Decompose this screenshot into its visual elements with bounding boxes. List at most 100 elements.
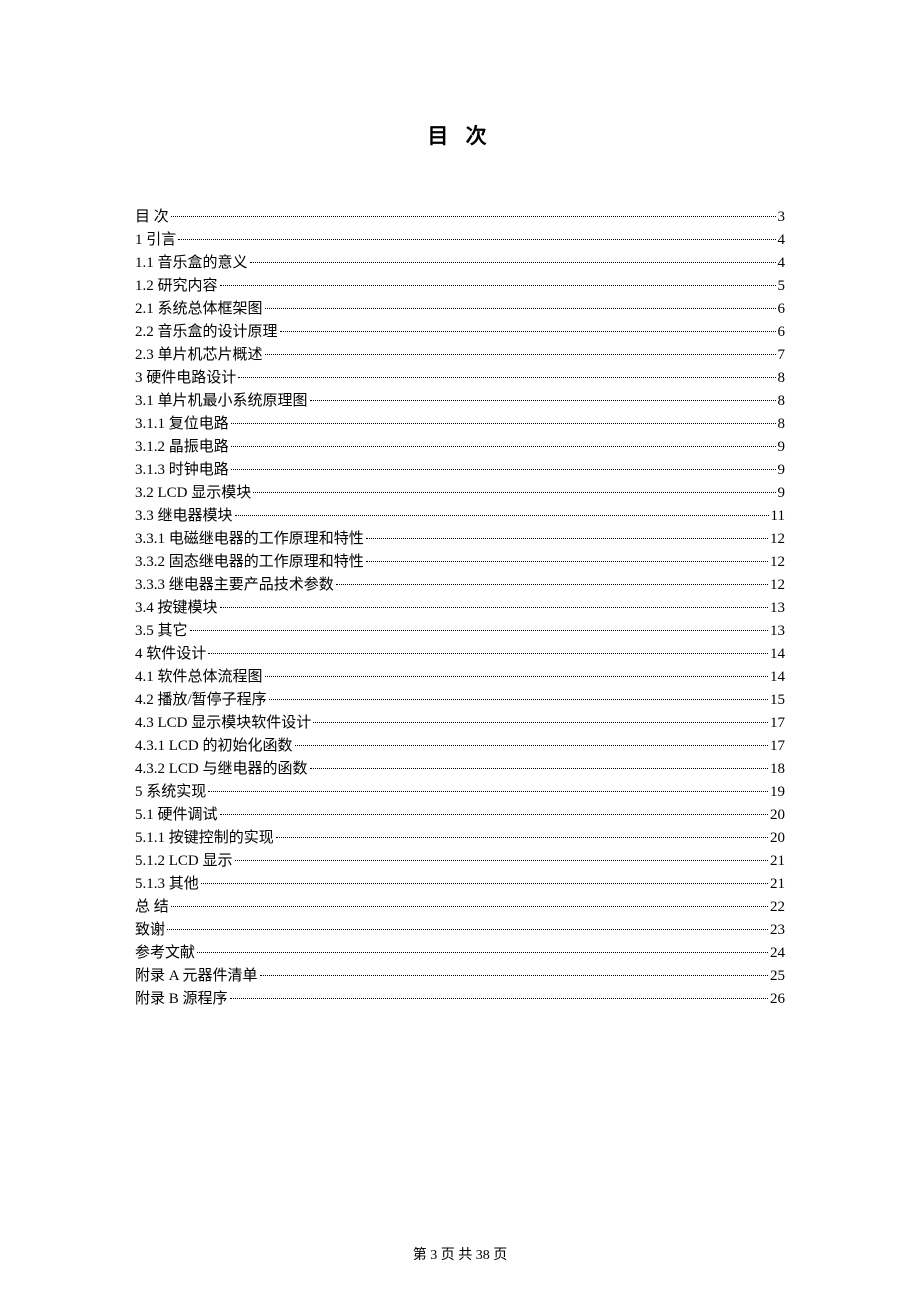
toc-leader-dots [280,331,776,332]
toc-leader-dots [190,630,768,631]
toc-entry: 2.1 系统总体框架图6 [135,298,785,321]
toc-leader-dots [310,768,768,769]
toc-entry: 4.2 播放/暂停子程序15 [135,689,785,712]
toc-entry-page: 13 [770,597,785,620]
toc-leader-dots [235,860,768,861]
toc-entry: 4.3.2 LCD 与继电器的函数18 [135,758,785,781]
footer-page-total: 38 [476,1248,490,1263]
document-page: 目 次 目 次31 引言41.1 音乐盒的意义41.2 研究内容52.1 系统总… [0,0,920,1011]
toc-entry-label: 5.1.2 LCD 显示 [135,850,233,873]
toc-leader-dots [260,975,768,976]
toc-entry: 附录 A 元器件清单 25 [135,965,785,988]
toc-leader-dots [231,469,776,470]
toc-leader-dots [269,699,768,700]
toc-entry: 参考文献 24 [135,942,785,965]
toc-entry: 5 系统实现 19 [135,781,785,804]
toc-entry-label: 3.5 其它 [135,620,188,643]
toc-entry: 4.3.1 LCD 的初始化函数17 [135,735,785,758]
toc-entry: 4.1 软件总体流程图 14 [135,666,785,689]
toc-entry: 3.4 按键模块13 [135,597,785,620]
toc-leader-dots [231,423,776,424]
footer-mid: 页 共 [441,1248,473,1263]
toc-entry-page: 17 [770,735,785,758]
toc-entry-page: 21 [770,850,785,873]
toc-entry-page: 9 [778,482,786,505]
toc-entry-page: 26 [770,988,785,1011]
toc-entry: 3.2 LCD 显示模块9 [135,482,785,505]
toc-entry-page: 12 [770,551,785,574]
toc-leader-dots [220,814,768,815]
toc-entry: 3 硬件电路设计8 [135,367,785,390]
toc-leader-dots [197,952,768,953]
toc-entry-label: 3.1.2 晶振电路 [135,436,229,459]
toc-entry: 5.1.2 LCD 显示 21 [135,850,785,873]
toc-leader-dots [167,929,768,930]
toc-entry-page: 14 [770,666,785,689]
toc-entry-page: 25 [770,965,785,988]
toc-entry: 3.1 单片机最小系统原理图8 [135,390,785,413]
toc-entry-page: 24 [770,942,785,965]
toc-entry-page: 18 [770,758,785,781]
toc-entry-label: 3.3.3 继电器主要产品技术参数 [135,574,334,597]
toc-entry-label: 致谢 [135,919,165,942]
toc-entry-page: 9 [778,459,786,482]
footer-prefix: 第 [413,1248,427,1263]
toc-entry: 3.3 继电器模块11 [135,505,785,528]
toc-entry: 3.3.1 电磁继电器的工作原理和特性 12 [135,528,785,551]
toc-leader-dots [220,285,776,286]
toc-entry-label: 3.3.1 电磁继电器的工作原理和特性 [135,528,364,551]
toc-entry-page: 11 [771,505,785,528]
toc-leader-dots [171,906,768,907]
toc-entry-page: 17 [770,712,785,735]
toc-leader-dots [276,837,768,838]
toc-entry-page: 23 [770,919,785,942]
toc-leader-dots [265,308,776,309]
toc-leader-dots [250,262,776,263]
toc-entry-label: 参考文献 [135,942,195,965]
toc-entry-label: 4.1 软件总体流程图 [135,666,263,689]
toc-leader-dots [265,676,768,677]
toc-leader-dots [220,607,768,608]
toc-leader-dots [201,883,768,884]
toc-entry: 3.1.1 复位电路8 [135,413,785,436]
toc-entry-page: 12 [770,528,785,551]
toc-entry: 4.3 LCD 显示模块软件设计 17 [135,712,785,735]
toc-leader-dots [178,239,775,240]
toc-leader-dots [366,561,768,562]
toc-entry-page: 12 [770,574,785,597]
toc-entry-label: 5 系统实现 [135,781,206,804]
toc-entry-label: 4.3 LCD 显示模块软件设计 [135,712,311,735]
toc-entry: 总 结22 [135,896,785,919]
toc-entry: 3.1.2 晶振电路 9 [135,436,785,459]
toc-entry-page: 19 [770,781,785,804]
toc-entry: 3.3.2 固态继电器的工作原理和特性12 [135,551,785,574]
toc-entry-label: 5.1.3 其他 [135,873,199,896]
toc-entry: 4 软件设计14 [135,643,785,666]
toc-entry-page: 9 [778,436,786,459]
toc-leader-dots [238,377,775,378]
toc-leader-dots [313,722,768,723]
toc-entry-page: 20 [770,827,785,850]
toc-entry: 1 引言4 [135,229,785,252]
toc-entry-label: 3.1 单片机最小系统原理图 [135,390,308,413]
toc-entry-label: 附录 A 元器件清单 [135,965,258,988]
toc-leader-dots [336,584,768,585]
toc-leader-dots [231,446,776,447]
toc-entry-label: 1.2 研究内容 [135,275,218,298]
toc-leader-dots [295,745,768,746]
toc-leader-dots [208,653,768,654]
toc-entry-label: 附录 B 源程序 [135,988,228,1011]
toc-entry: 5.1.3 其他21 [135,873,785,896]
page-footer: 第 3 页 共 38 页 [0,1244,920,1264]
toc-entry-page: 7 [778,344,786,367]
page-title: 目 次 [135,120,785,150]
toc-entry-page: 6 [778,298,786,321]
toc-entry: 3.3.3 继电器主要产品技术参数 12 [135,574,785,597]
toc-entry: 5.1.1 按键控制的实现20 [135,827,785,850]
toc-entry-page: 4 [778,229,786,252]
toc-entry: 附录 B 源程序 26 [135,988,785,1011]
toc-entry-label: 5.1 硬件调试 [135,804,218,827]
toc-entry-label: 总 结 [135,896,169,919]
toc-entry-page: 13 [770,620,785,643]
toc-entry: 致谢 23 [135,919,785,942]
